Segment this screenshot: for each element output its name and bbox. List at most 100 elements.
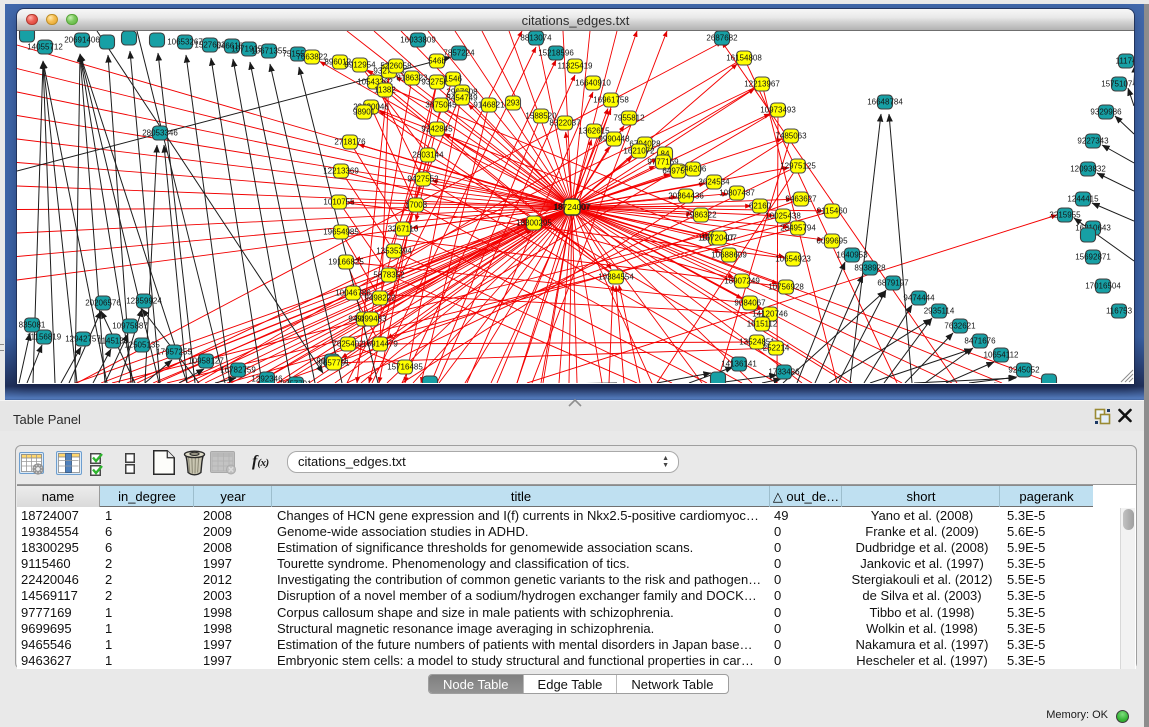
svg-text:9657791: 9657791	[280, 380, 312, 384]
svg-text:9657791: 9657791	[318, 359, 350, 368]
svg-text:23495794: 23495794	[780, 224, 816, 233]
svg-text:16961758: 16961758	[593, 96, 629, 105]
svg-text:3624534: 3624534	[698, 178, 730, 187]
svg-text:10654923: 10654923	[775, 255, 811, 264]
svg-text:116753: 116753	[1106, 307, 1133, 316]
svg-text:19166825: 19166825	[328, 258, 364, 267]
svg-text:16640910: 16640910	[575, 79, 611, 88]
svg-text:18300295: 18300295	[516, 219, 552, 228]
svg-text:14136141: 14136141	[721, 360, 757, 369]
svg-text:14055712: 14055712	[27, 43, 63, 52]
svg-text:10688609: 10688609	[711, 251, 747, 260]
svg-text:12975125: 12975125	[780, 162, 816, 171]
svg-text:15716485: 15716485	[387, 363, 423, 372]
svg-text:62160: 62160	[749, 202, 772, 211]
svg-text:17957255: 17957255	[156, 348, 192, 357]
svg-text:3215955: 3215955	[1049, 211, 1081, 220]
svg-text:9990448: 9990448	[598, 135, 630, 144]
svg-text:15692871: 15692871	[1075, 253, 1111, 262]
svg-text:9227343: 9227343	[1077, 137, 1109, 146]
svg-text:10975887: 10975887	[112, 322, 148, 331]
svg-text:9427552: 9427552	[407, 175, 439, 184]
svg-text:16033809: 16033809	[400, 36, 436, 45]
svg-text:9245052: 9245052	[1008, 366, 1040, 375]
svg-text:11174: 11174	[1115, 57, 1134, 66]
svg-text:7955812: 7955812	[613, 114, 645, 123]
svg-text:12093832: 12093832	[1070, 165, 1106, 174]
svg-text:7857224: 7857224	[443, 49, 475, 58]
svg-text:7485063: 7485063	[775, 132, 807, 141]
svg-text:12213967: 12213967	[744, 80, 780, 89]
svg-text:8912954: 8912954	[344, 61, 376, 70]
svg-text:10654112: 10654112	[984, 351, 1020, 360]
svg-text:20691406: 20691406	[64, 36, 100, 45]
svg-text:5226058: 5226058	[380, 62, 412, 71]
svg-text:835081: 835081	[19, 321, 46, 330]
svg-text:11325419: 11325419	[558, 62, 594, 71]
svg-text:1615112: 1615112	[747, 320, 778, 329]
svg-text:546b: 546b	[428, 57, 446, 66]
svg-text:2687682: 2687682	[706, 34, 738, 43]
svg-text:9463627: 9463627	[785, 195, 817, 204]
svg-text:1546: 1546	[444, 75, 462, 84]
svg-text:7986322: 7986322	[685, 211, 717, 220]
svg-text:20364436: 20364436	[668, 192, 704, 201]
svg-text:20206576: 20206576	[85, 299, 121, 308]
svg-text:16782759: 16782759	[220, 366, 256, 375]
svg-text:17016504: 17016504	[1085, 282, 1121, 291]
svg-text:10958127: 10958127	[188, 357, 224, 366]
svg-text:98901: 98901	[353, 108, 376, 117]
svg-text:1010755: 1010755	[323, 198, 355, 207]
svg-text:1292346: 1292346	[251, 375, 283, 384]
svg-text:9084067: 9084067	[734, 299, 766, 308]
svg-text:252214: 252214	[763, 344, 790, 353]
svg-text:7625402: 7625402	[332, 340, 364, 349]
svg-text:2803144: 2803144	[412, 151, 444, 160]
svg-text:1588520: 1588520	[525, 112, 557, 121]
svg-text:1621072: 1621072	[623, 147, 655, 156]
svg-text:2935114: 2935114	[924, 307, 955, 316]
svg-text:11156819: 11156819	[27, 333, 62, 342]
svg-text:9329986: 9329986	[1090, 108, 1122, 117]
svg-text:7632621: 7632621	[944, 322, 976, 331]
svg-text:8813074: 8813074	[520, 34, 552, 43]
svg-text:9474444: 9474444	[903, 294, 935, 303]
svg-text:6099483: 6099483	[355, 315, 387, 324]
svg-text:293: 293	[506, 99, 520, 108]
svg-text:12359924: 12359924	[126, 297, 162, 306]
svg-text:6099695: 6099695	[816, 237, 848, 246]
svg-text:1733426: 1733426	[768, 368, 800, 377]
svg-text:9242845: 9242845	[421, 125, 453, 134]
svg-text:13535394: 13535394	[376, 247, 412, 256]
svg-text:5878352: 5878352	[373, 271, 405, 280]
svg-text:1640953: 1640953	[836, 251, 868, 260]
svg-text:1244415: 1244415	[1067, 195, 1099, 204]
svg-text:7663822: 7663822	[296, 53, 328, 62]
svg-text:8938928: 8938928	[854, 264, 886, 273]
svg-text:9115460: 9115460	[817, 207, 848, 216]
svg-text:16154808: 16154808	[726, 54, 762, 63]
svg-text:12505135: 12505135	[124, 341, 160, 350]
svg-text:9146821: 9146821	[473, 101, 505, 110]
svg-text:11382: 11382	[374, 86, 396, 95]
svg-text:19384554: 19384554	[598, 273, 634, 282]
svg-text:12213369: 12213369	[323, 167, 359, 176]
svg-text:8471676: 8471676	[964, 337, 996, 346]
svg-text:15218596: 15218596	[538, 49, 574, 58]
svg-text:10973493: 10973493	[760, 106, 796, 115]
svg-text:10756928: 10756928	[768, 283, 804, 292]
svg-text:10025438: 10025438	[765, 212, 801, 221]
svg-text:28053346: 28053346	[142, 129, 178, 138]
svg-text:15720407: 15720407	[701, 234, 737, 243]
svg-text:16648784: 16648784	[867, 98, 903, 107]
svg-text:15751074: 15751074	[1101, 80, 1134, 89]
svg-text:17003: 17003	[405, 201, 428, 210]
svg-text:9498222: 9498222	[364, 294, 396, 303]
svg-text:10807487: 10807487	[719, 189, 755, 198]
svg-text:12942757: 12942757	[65, 335, 101, 344]
svg-text:16914479: 16914479	[362, 340, 398, 349]
svg-text:746206: 746206	[680, 165, 707, 174]
svg-text:18724007: 18724007	[553, 202, 591, 212]
svg-text:2718176: 2718176	[334, 138, 366, 147]
svg-text:19654985: 19654985	[323, 228, 359, 237]
